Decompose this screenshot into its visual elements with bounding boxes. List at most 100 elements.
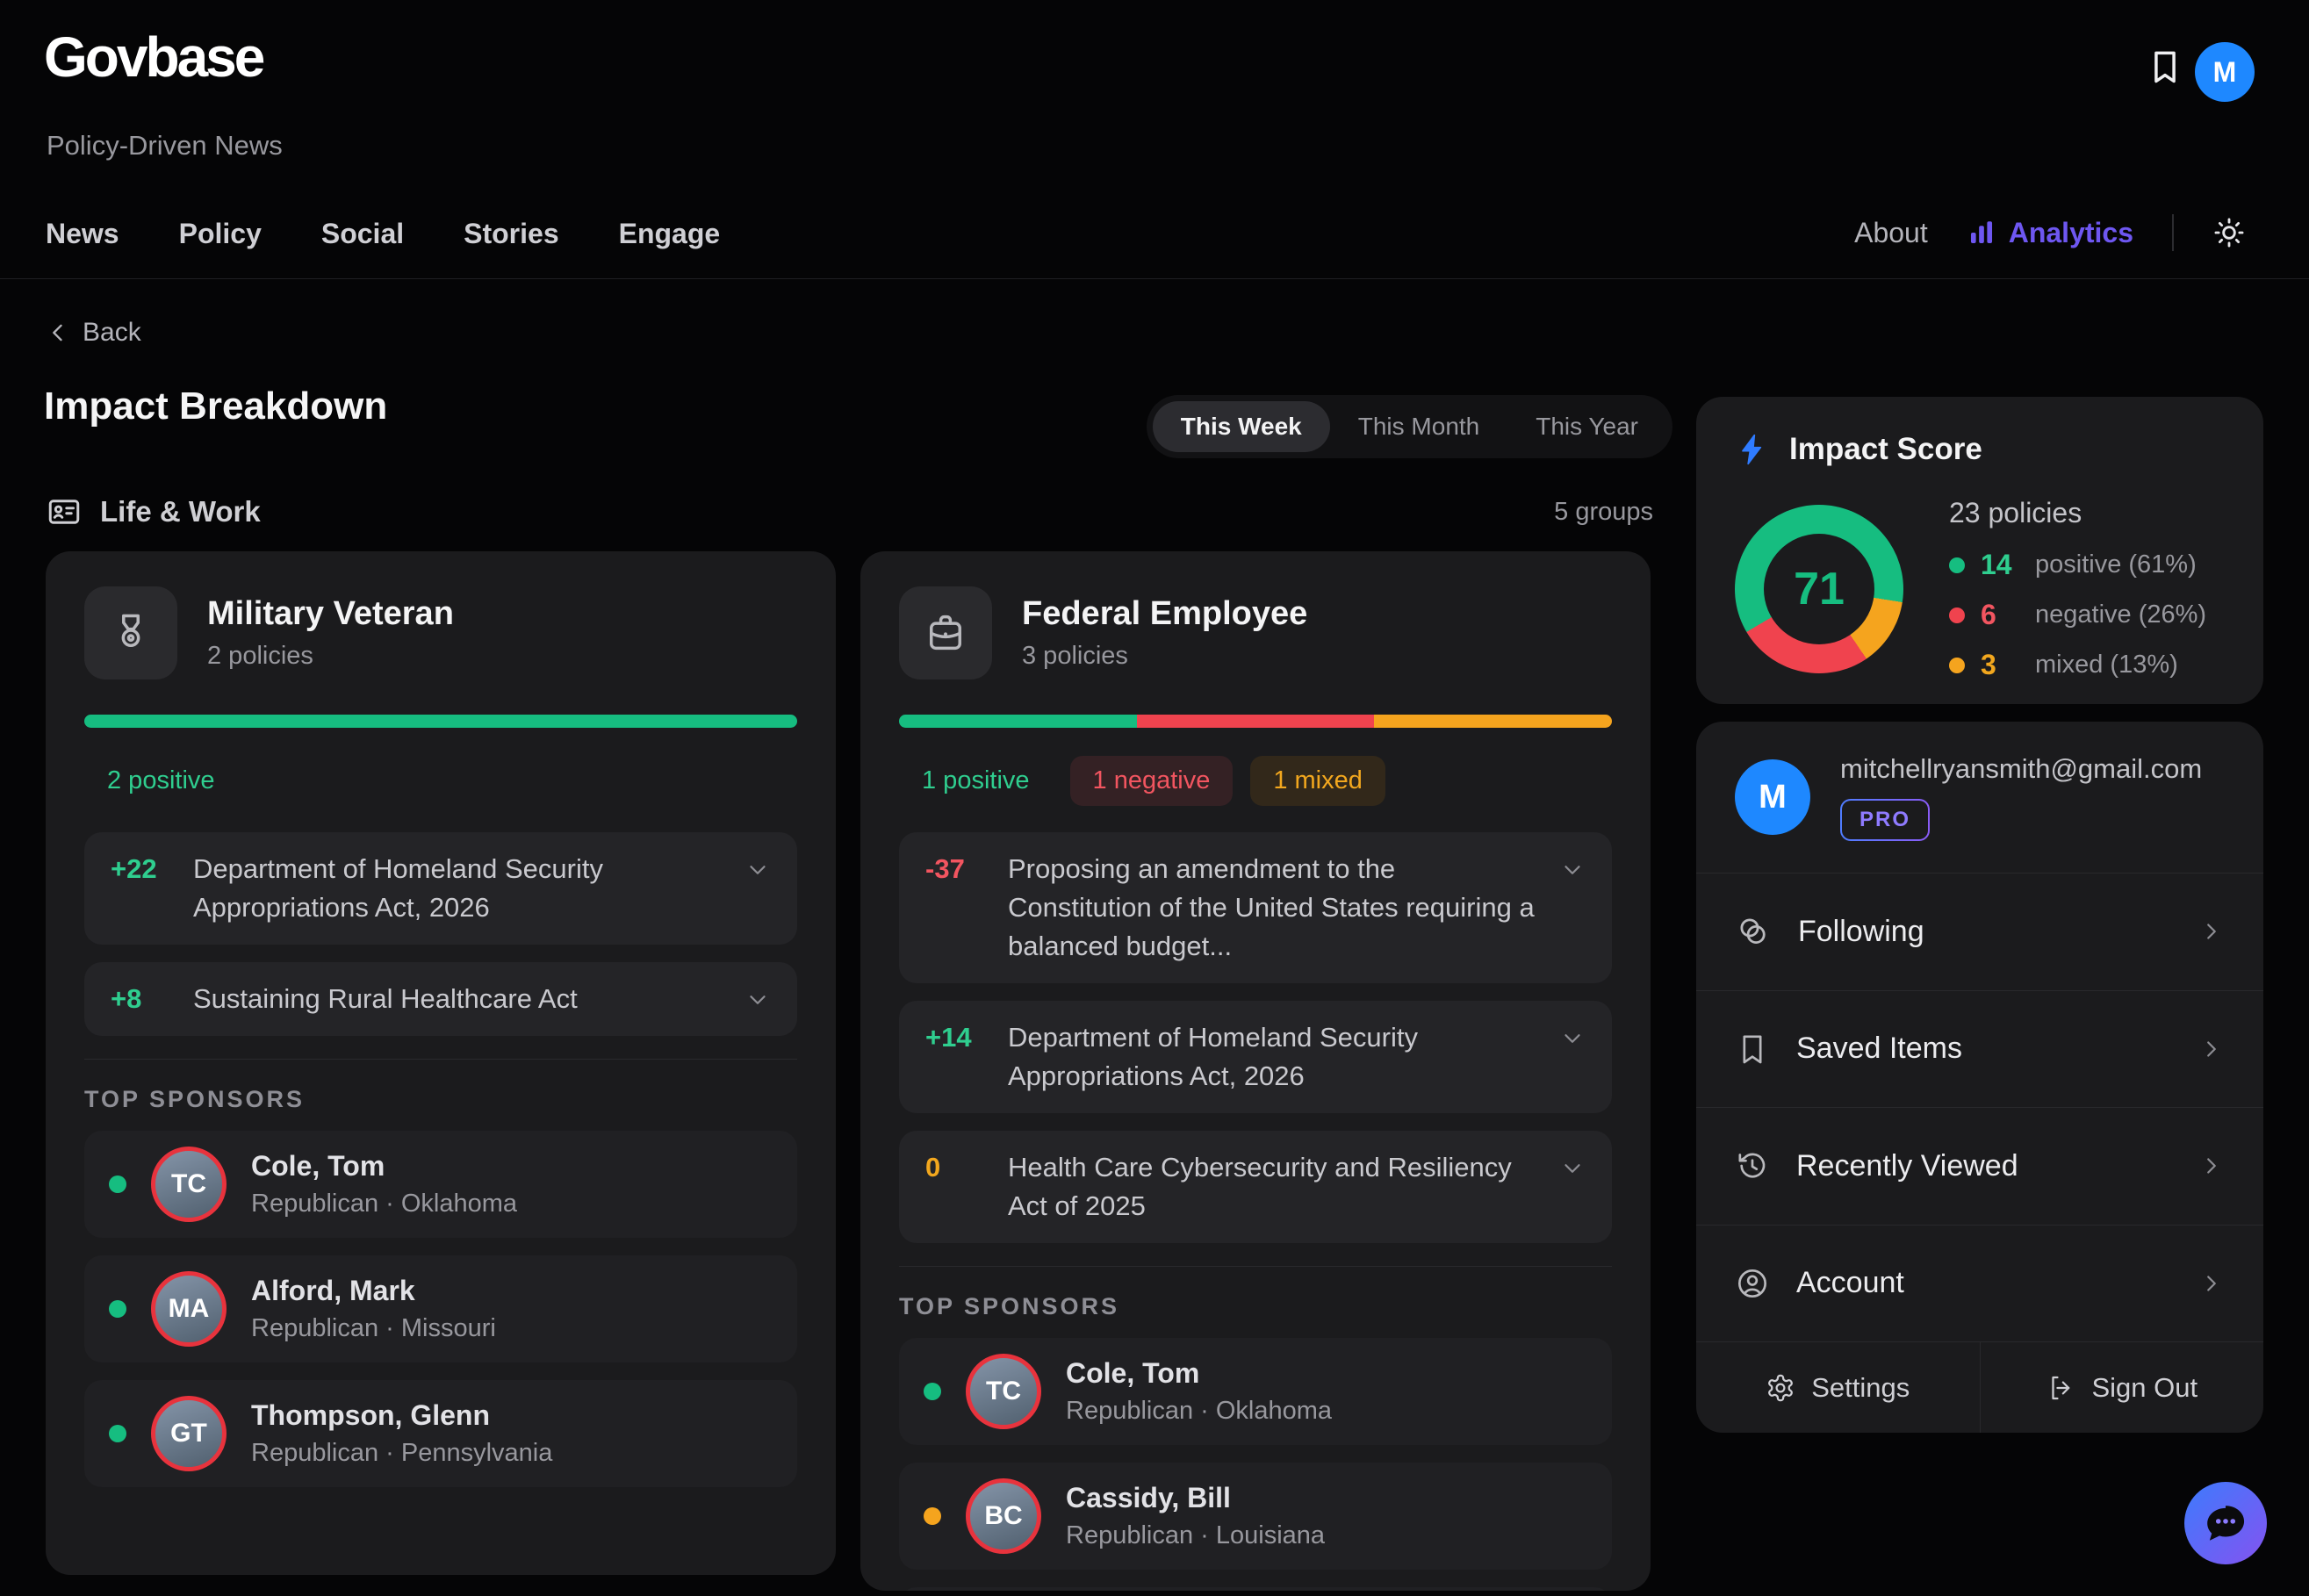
following-icon <box>1735 913 1772 950</box>
nav-item-engage[interactable]: Engage <box>619 218 721 250</box>
sponsor-meta: Republican · Pennsylvania <box>251 1439 552 1468</box>
nav-item-social[interactable]: Social <box>321 218 404 250</box>
impact-donut-chart: 71 <box>1735 505 1903 673</box>
status-dot <box>924 1507 941 1525</box>
chevron-down-icon[interactable] <box>1559 1025 1586 1052</box>
profile-avatar[interactable]: M <box>1735 759 1810 835</box>
sponsor-name: Cassidy, Bill <box>1066 1482 1325 1514</box>
tab-this-year[interactable]: This Year <box>1507 401 1666 452</box>
lightning-bolt-icon <box>1735 432 1770 467</box>
policy-row[interactable]: +14 Department of Homeland Security Appr… <box>899 1001 1612 1113</box>
impact-legend: 23 policies 14 positive (61%) 6 negative… <box>1949 497 2206 681</box>
policy-list: -37 Proposing an amendment to the Consti… <box>899 832 1612 1243</box>
chevron-down-icon[interactable] <box>1559 857 1586 883</box>
sponsor-row[interactable]: TC Cole, Tom Republican · Oklahoma <box>84 1131 797 1238</box>
sponsor-name: Cole, Tom <box>1066 1357 1332 1390</box>
chat-button[interactable] <box>2184 1482 2267 1564</box>
theme-toggle-sun-icon[interactable] <box>2212 216 2246 249</box>
mixed-badge: 1 mixed <box>1250 756 1385 806</box>
menu-label: Following <box>1798 915 1924 949</box>
back-button[interactable]: Back <box>46 318 141 348</box>
sponsor-avatar: GT <box>151 1396 227 1471</box>
settings-button[interactable]: Settings <box>1696 1342 1981 1433</box>
sponsor-avatar: TC <box>151 1147 227 1222</box>
menu-label: Account <box>1796 1266 1904 1300</box>
policy-list: +22 Department of Homeland Security Appr… <box>84 832 797 1036</box>
policy-title: Sustaining Rural Healthcare Act <box>193 980 723 1018</box>
tab-this-month[interactable]: This Month <box>1330 401 1508 452</box>
bookmark-icon[interactable] <box>2146 47 2184 86</box>
back-label: Back <box>83 318 141 348</box>
sponsor-row[interactable]: MH Hassan, Margaret Wood Democrat · New … <box>899 1587 1612 1591</box>
sign-out-button[interactable]: Sign Out <box>1981 1342 2264 1433</box>
legend-label: positive (61%) <box>2035 550 2197 579</box>
policy-title: Department of Homeland Security Appropri… <box>1008 1018 1538 1096</box>
impact-score-value: 71 <box>1794 563 1845 615</box>
policy-row[interactable]: 0 Health Care Cybersecurity and Resilien… <box>899 1131 1612 1243</box>
account-footer: Settings Sign Out <box>1696 1341 2263 1433</box>
menu-item-following[interactable]: Following <box>1696 873 2263 990</box>
impact-score-title: Impact Score <box>1789 432 1982 467</box>
profile-email: mitchellryansmith@gmail.com <box>1840 753 2202 785</box>
logo[interactable]: Govbase <box>44 25 263 90</box>
sponsor-row[interactable]: TC Cole, Tom Republican · Oklahoma <box>899 1338 1612 1445</box>
legend-label: negative (26%) <box>2035 600 2206 629</box>
nav-item-stories[interactable]: Stories <box>464 218 558 250</box>
chevron-left-icon <box>46 320 70 345</box>
menu-item-recently-viewed[interactable]: Recently Viewed <box>1696 1107 2263 1225</box>
policy-row[interactable]: -37 Proposing an amendment to the Consti… <box>899 832 1612 983</box>
legend-dot-positive <box>1949 557 1965 573</box>
menu-item-account[interactable]: Account <box>1696 1225 2263 1342</box>
status-dot <box>109 1425 126 1442</box>
sign-out-icon <box>2046 1373 2075 1403</box>
settings-label: Settings <box>1811 1372 1910 1404</box>
legend-count: 6 <box>1981 599 2019 631</box>
history-icon <box>1735 1148 1770 1183</box>
chevron-down-icon[interactable] <box>744 987 771 1013</box>
page-title: Impact Breakdown <box>44 385 387 428</box>
policy-score: +22 <box>111 850 172 888</box>
sponsor-name: Alford, Mark <box>251 1275 496 1307</box>
sponsor-avatar: MA <box>151 1271 227 1347</box>
nav-item-about[interactable]: About <box>1854 217 1928 249</box>
group-card-federal-employee: Federal Employee 3 policies 1 positive 1… <box>860 551 1651 1591</box>
nav-item-analytics[interactable]: Analytics <box>1967 217 2133 249</box>
sponsor-row[interactable]: GT Thompson, Glenn Republican · Pennsylv… <box>84 1380 797 1487</box>
sponsor-row[interactable]: BC Cassidy, Bill Republican · Louisiana <box>899 1463 1612 1570</box>
tab-this-week[interactable]: This Week <box>1153 401 1330 452</box>
chevron-right-icon <box>2198 1036 2225 1062</box>
sponsor-avatar: BC <box>966 1478 1041 1554</box>
status-dot <box>924 1383 941 1400</box>
group-title: Military Veteran <box>207 595 454 633</box>
chevron-down-icon[interactable] <box>744 857 771 883</box>
time-filter-tabs: This Week This Month This Year <box>1147 395 1672 458</box>
policy-row[interactable]: +22 Department of Homeland Security Appr… <box>84 832 797 945</box>
policy-row[interactable]: +8 Sustaining Rural Healthcare Act <box>84 962 797 1036</box>
sentiment-segment-positive <box>899 715 1137 728</box>
top-sponsors-heading: TOP SPONSORS <box>84 1086 797 1113</box>
top-sponsors-heading: TOP SPONSORS <box>899 1293 1612 1320</box>
legend-dot-mixed <box>1949 658 1965 673</box>
negative-badge: 1 negative <box>1070 756 1234 806</box>
status-dot <box>109 1300 126 1318</box>
nav-item-news[interactable]: News <box>46 218 119 250</box>
sentiment-segment-negative <box>1137 715 1375 728</box>
user-avatar[interactable]: M <box>2195 42 2255 102</box>
nav-item-policy[interactable]: Policy <box>179 218 262 250</box>
chevron-right-icon <box>2198 1153 2225 1179</box>
status-dot <box>109 1175 126 1193</box>
legend-count: 3 <box>1981 649 2019 681</box>
tagline: Policy-Driven News <box>47 130 283 162</box>
group-card-military-veteran: Military Veteran 2 policies 2 positive +… <box>46 551 836 1575</box>
top-sponsors-section: TOP SPONSORS TC Cole, Tom Republican · O… <box>84 1059 797 1487</box>
chevron-down-icon[interactable] <box>1559 1155 1586 1182</box>
header: Govbase Policy-Driven News News Policy S… <box>0 0 2309 279</box>
sponsor-row[interactable]: MA Alford, Mark Republican · Missouri <box>84 1255 797 1362</box>
sponsor-meta: Republican · Louisiana <box>1066 1521 1325 1550</box>
page: Govbase Policy-Driven News News Policy S… <box>0 0 2309 1596</box>
briefcase-icon <box>899 586 992 679</box>
sentiment-segment-mixed <box>1374 715 1612 728</box>
menu-item-saved-items[interactable]: Saved Items <box>1696 990 2263 1108</box>
sponsor-meta: Republican · Oklahoma <box>1066 1397 1332 1426</box>
analytics-label: Analytics <box>2009 217 2133 249</box>
